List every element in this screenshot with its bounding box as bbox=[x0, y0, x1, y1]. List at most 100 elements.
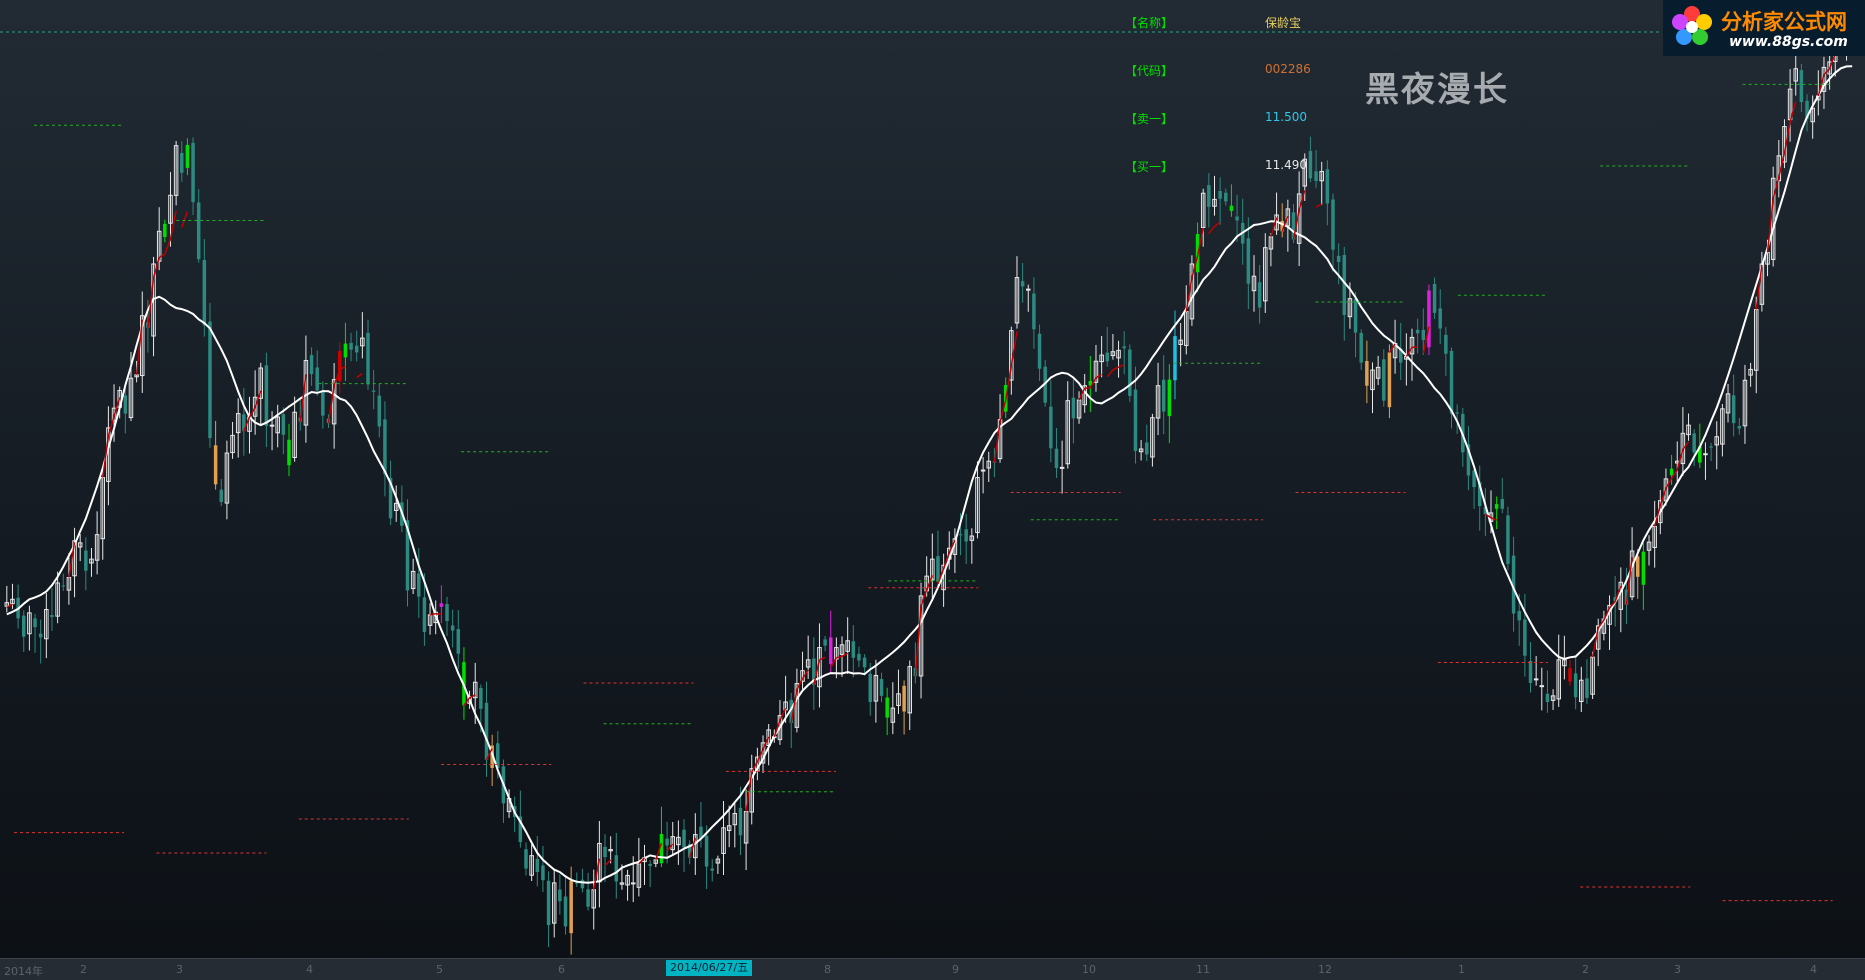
candle-body bbox=[546, 880, 551, 926]
candle-body bbox=[61, 585, 66, 587]
candle-body bbox=[287, 439, 291, 466]
candle-body bbox=[1449, 350, 1454, 414]
candle-body bbox=[648, 863, 652, 866]
candle-body bbox=[1353, 298, 1358, 333]
trend-line bbox=[6, 21, 1853, 890]
candle-body bbox=[1444, 334, 1448, 354]
candle-body bbox=[665, 838, 669, 846]
candle-body bbox=[710, 868, 714, 871]
candle-body bbox=[1246, 238, 1251, 284]
candle-body bbox=[185, 144, 190, 168]
cursor-date-label: 2014/06/27/五 bbox=[666, 960, 753, 976]
candle-body bbox=[349, 342, 353, 350]
candle-body bbox=[1438, 308, 1442, 329]
moving-average-line bbox=[6, 65, 1853, 884]
candle-body bbox=[1731, 395, 1736, 424]
candle-body bbox=[84, 550, 88, 571]
candle-body bbox=[1669, 468, 1674, 476]
candle-body bbox=[33, 618, 37, 628]
candle-body bbox=[563, 896, 568, 927]
candle-body bbox=[371, 390, 376, 392]
candle-body bbox=[191, 142, 195, 203]
candle-body bbox=[1173, 336, 1177, 381]
candle-body bbox=[450, 625, 455, 631]
candle-body bbox=[1161, 379, 1166, 412]
candle-body bbox=[1145, 442, 1149, 455]
candle-body bbox=[541, 865, 545, 881]
candle-body bbox=[828, 637, 833, 664]
stock-chart-app: 【名称】 保龄宝 【代码】 002286 【卖一】 11.500 【买一】 11… bbox=[0, 0, 1865, 980]
candle-body bbox=[1585, 678, 1589, 698]
time-label-7: 9 bbox=[952, 963, 959, 976]
candle-body bbox=[682, 829, 686, 848]
candle-body bbox=[208, 321, 212, 439]
candle-body bbox=[219, 489, 224, 503]
time-label-8: 10 bbox=[1082, 963, 1096, 976]
candle-body bbox=[630, 882, 636, 885]
candle-body bbox=[936, 556, 940, 582]
candle-body bbox=[1427, 290, 1431, 348]
flower-logo-icon bbox=[1672, 6, 1712, 45]
candle-body bbox=[1037, 333, 1042, 369]
candle-body bbox=[1167, 379, 1172, 417]
candle-body bbox=[1737, 425, 1742, 429]
code-label: 【代码】 bbox=[1125, 64, 1174, 78]
buy1-value: 11.490 bbox=[1265, 158, 1307, 172]
candle-body bbox=[1128, 349, 1132, 396]
time-label-13: 3 bbox=[1674, 963, 1681, 976]
candle-body bbox=[1387, 352, 1392, 408]
candle-body bbox=[1218, 190, 1222, 199]
candle-body bbox=[343, 343, 348, 358]
candle-body bbox=[580, 879, 585, 889]
candle-body bbox=[309, 354, 314, 375]
candlestick-chart[interactable] bbox=[0, 0, 1865, 958]
candle-body bbox=[1257, 282, 1262, 308]
candle-body bbox=[315, 367, 319, 391]
candle-body bbox=[614, 855, 619, 882]
candle-body bbox=[269, 424, 275, 427]
time-label-4: 5 bbox=[436, 963, 443, 976]
candle-body bbox=[38, 633, 43, 638]
candle-body bbox=[1523, 619, 1527, 656]
candle-body bbox=[586, 889, 590, 907]
candle-body bbox=[1709, 446, 1713, 448]
candle-body bbox=[1415, 329, 1420, 334]
name-value: 保龄宝 bbox=[1265, 16, 1302, 30]
candle-body bbox=[738, 807, 743, 836]
candle-body bbox=[1071, 397, 1076, 419]
candle-body bbox=[163, 223, 167, 237]
time-label-9: 11 bbox=[1196, 963, 1210, 976]
name-label: 【名称】 bbox=[1125, 16, 1174, 30]
site-logo[interactable]: 分析家公式网 www.88gs.com bbox=[1663, 0, 1865, 56]
candle-body bbox=[1568, 668, 1572, 682]
candle-body bbox=[445, 603, 449, 622]
candle-body bbox=[439, 603, 444, 607]
sell1-value: 11.500 bbox=[1265, 110, 1307, 124]
sell1-label: 【卖一】 bbox=[1125, 112, 1174, 126]
candle-body bbox=[851, 641, 856, 658]
time-label-6: 8 bbox=[824, 963, 831, 976]
time-label-11: 1 bbox=[1458, 963, 1465, 976]
stock-info-panel: 【名称】 保龄宝 【代码】 002286 【卖一】 11.500 【买一】 11… bbox=[1125, 14, 1385, 174]
candle-body bbox=[964, 529, 968, 542]
code-value: 002286 bbox=[1265, 62, 1311, 76]
logo-title: 分析家公式网 bbox=[1721, 10, 1847, 34]
candle-body bbox=[1365, 360, 1369, 386]
candle-body bbox=[879, 678, 884, 696]
candle-body bbox=[885, 697, 889, 718]
time-label-3: 4 bbox=[306, 963, 313, 976]
candle-body bbox=[823, 639, 827, 646]
candle-body bbox=[1573, 673, 1578, 698]
candle-body bbox=[1539, 685, 1545, 688]
candle-body bbox=[281, 414, 286, 435]
candle-body bbox=[1105, 352, 1110, 362]
candle-body bbox=[479, 687, 483, 709]
candle-body bbox=[1224, 192, 1228, 202]
candle-body bbox=[1049, 406, 1053, 449]
candle-body bbox=[123, 395, 128, 414]
candle-body bbox=[1635, 556, 1640, 577]
time-label-5: 6 bbox=[558, 963, 565, 976]
candle-body bbox=[1703, 453, 1708, 456]
candle-body bbox=[1359, 332, 1363, 363]
candle-body bbox=[1692, 433, 1696, 453]
